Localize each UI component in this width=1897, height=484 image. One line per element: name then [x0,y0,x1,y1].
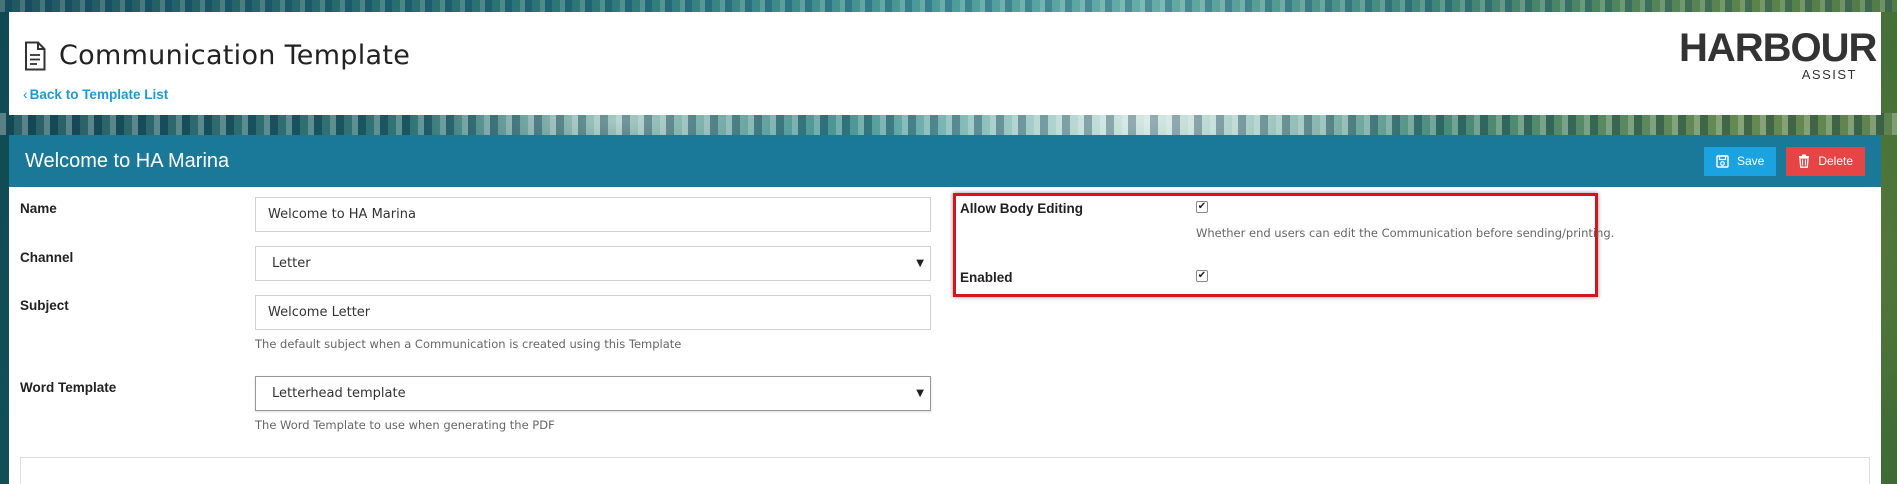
name-value: Welcome to HA Marina [268,207,416,222]
save-label: Save [1736,154,1765,168]
page-title-text: Communication Template [59,40,411,71]
channel-value: Letter [272,256,311,271]
delete-button[interactable]: Delete [1786,146,1865,176]
panel-header: Welcome to HA Marina Save Delete [9,135,1881,187]
channel-label: Channel [20,250,74,265]
word-template-select[interactable]: Letterhead template ▼ [255,376,931,411]
subject-input[interactable]: Welcome Letter [255,295,931,330]
back-to-template-list-link[interactable]: ‹ Back to Template List [23,86,168,102]
body-editor-area[interactable] [20,457,1870,484]
subject-value: Welcome Letter [268,305,371,320]
word-template-help-text: The Word Template to use when generating… [255,418,555,432]
page-title: Communication Template [23,40,410,71]
document-icon [25,41,46,70]
back-link-label: Back to Template List [29,86,169,102]
caret-down-icon: ▼ [916,258,924,269]
chevron-left-icon: ‹ [23,86,28,102]
background-marina-docks [0,113,1897,135]
caret-down-icon: ▼ [916,388,924,399]
template-panel: Welcome to HA Marina Save Delete Name We… [9,135,1881,484]
harbour-assist-logo: HARBOUR ASSIST [1679,26,1877,92]
allow-body-editing-label: Allow Body Editing [960,201,1083,216]
delete-label: Delete [1818,154,1853,168]
channel-select[interactable]: Letter ▼ [255,246,931,281]
word-template-label: Word Template [20,380,117,395]
background-marina-top [0,0,1897,12]
save-button[interactable]: Save [1703,146,1777,176]
name-input[interactable]: Welcome to HA Marina [255,197,931,232]
logo-sub-text: ASSIST [1801,67,1857,82]
logo-main-text: HARBOUR [1679,26,1877,70]
allow-body-editing-help-text: Whether end users can edit the Communica… [1196,226,1615,240]
enabled-label: Enabled [960,270,1013,285]
panel-title: Welcome to HA Marina [25,149,230,172]
page-header: Communication Template ‹ Back to Templat… [9,12,1881,115]
allow-body-editing-checkbox[interactable]: ✔ [1196,201,1208,213]
word-template-value: Letterhead template [272,386,406,401]
subject-help-text: The default subject when a Communication… [255,337,682,351]
panel-actions: Save Delete [1703,146,1865,176]
trash-icon [1799,154,1810,168]
enabled-checkbox[interactable]: ✔ [1196,270,1208,282]
name-label: Name [20,201,57,216]
subject-label: Subject [20,298,69,313]
save-icon [1716,154,1729,168]
